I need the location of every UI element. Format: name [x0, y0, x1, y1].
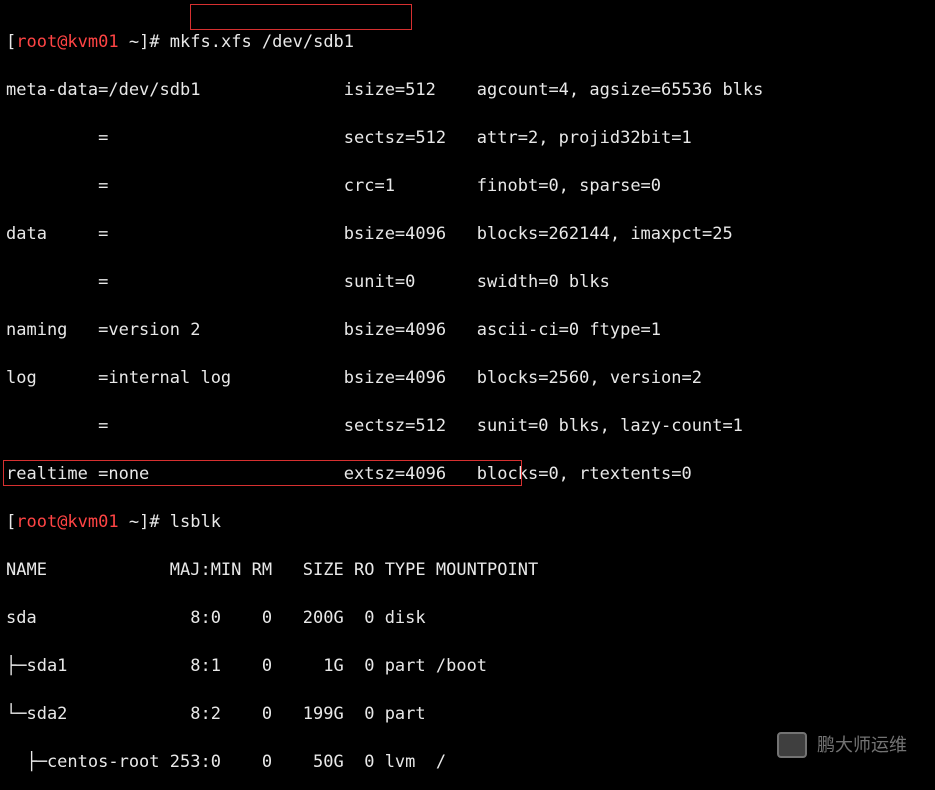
prompt-user-host: root@kvm01 [16, 512, 118, 532]
lsblk-row: sda 8:0 0 200G 0 disk [6, 606, 929, 630]
mkfs-output-line: = sectsz=512 sunit=0 blks, lazy-count=1 [6, 414, 929, 438]
mkfs-output-line: realtime =none extsz=4096 blocks=0, rtex… [6, 462, 929, 486]
prompt-bracket-open: [ [6, 32, 16, 52]
command-lsblk: lsblk [170, 512, 221, 532]
mkfs-output-line: = sectsz=512 attr=2, projid32bit=1 [6, 126, 929, 150]
prompt-user-host: root@kvm01 [16, 32, 118, 52]
command-mkfs: mkfs.xfs /dev/sdb1 [170, 32, 354, 52]
mkfs-output-line: log =internal log bsize=4096 blocks=2560… [6, 366, 929, 390]
mkfs-output-line: data = bsize=4096 blocks=262144, imaxpct… [6, 222, 929, 246]
lsblk-row: ├─sda1 8:1 0 1G 0 part /boot [6, 654, 929, 678]
prompt-path: ~]# [119, 512, 170, 532]
mkfs-output-line: = sunit=0 swidth=0 blks [6, 270, 929, 294]
prompt-bracket-open: [ [6, 512, 16, 532]
terminal-window[interactable]: [root@kvm01 ~]# mkfs.xfs /dev/sdb1 meta-… [0, 0, 935, 790]
mkfs-output-line: naming =version 2 bsize=4096 ascii-ci=0 … [6, 318, 929, 342]
line-prompt-1: [root@kvm01 ~]# mkfs.xfs /dev/sdb1 [6, 30, 929, 54]
lsblk-header: NAME MAJ:MIN RM SIZE RO TYPE MOUNTPOINT [6, 558, 929, 582]
line-prompt-2: [root@kvm01 ~]# lsblk [6, 510, 929, 534]
prompt-path: ~]# [119, 32, 170, 52]
lsblk-row: └─sda2 8:2 0 199G 0 part [6, 702, 929, 726]
lsblk-row: ├─centos-root 253:0 0 50G 0 lvm / [6, 750, 929, 774]
mkfs-output-line: meta-data=/dev/sdb1 isize=512 agcount=4,… [6, 78, 929, 102]
mkfs-output-line: = crc=1 finobt=0, sparse=0 [6, 174, 929, 198]
